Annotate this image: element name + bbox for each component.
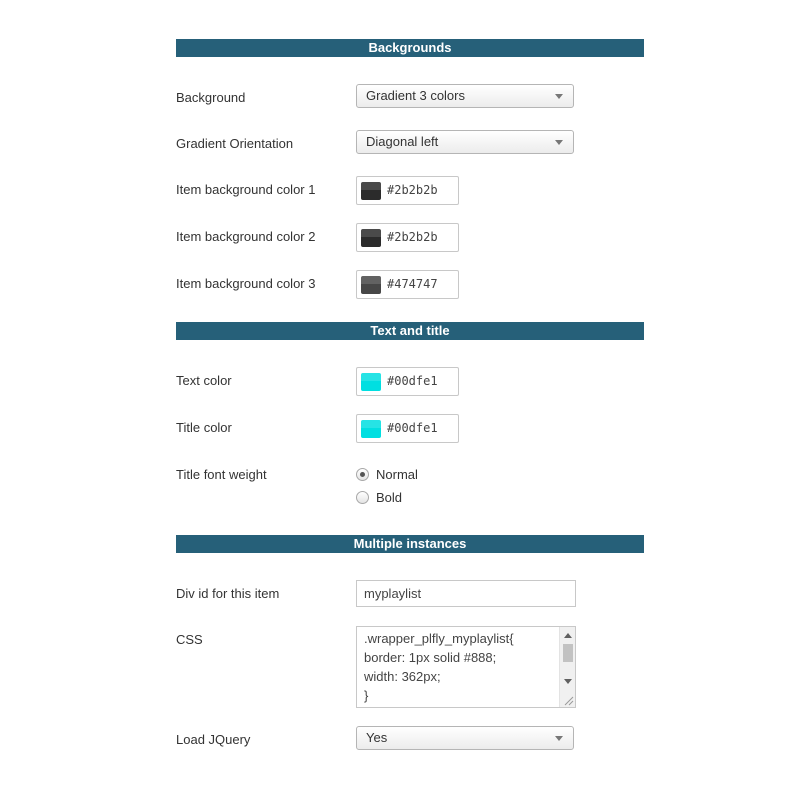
css-textarea[interactable]: .wrapper_plfly_myplaylist{ border: 1px s… <box>356 626 576 708</box>
background-label: Background <box>176 90 246 105</box>
section-header-backgrounds: Backgrounds <box>176 39 644 57</box>
css-textarea-content: .wrapper_plfly_myplaylist{ border: 1px s… <box>364 631 514 703</box>
chevron-down-icon <box>555 736 563 741</box>
css-label: CSS <box>176 632 203 647</box>
scroll-down-icon[interactable] <box>564 679 572 684</box>
load-jquery-select[interactable]: Yes <box>356 726 574 750</box>
text-color-label: Text color <box>176 373 232 388</box>
div-id-input[interactable]: myplaylist <box>356 580 576 607</box>
color-hex-value: #2b2b2b <box>387 230 438 244</box>
item-bg-color-3-input[interactable]: #474747 <box>356 270 459 299</box>
gradient-orientation-select-value: Diagonal left <box>366 134 439 149</box>
color-swatch[interactable] <box>361 373 381 391</box>
item-bg-color-2-input[interactable]: #2b2b2b <box>356 223 459 252</box>
load-jquery-select-value: Yes <box>366 730 388 745</box>
radio-button-checked[interactable] <box>356 468 369 481</box>
background-select[interactable]: Gradient 3 colors <box>356 84 574 108</box>
gradient-orientation-select[interactable]: Diagonal left <box>356 130 574 154</box>
item-bg-color-1-input[interactable]: #2b2b2b <box>356 176 459 205</box>
radio-normal-label: Normal <box>376 467 418 482</box>
title-color-input[interactable]: #00dfe1 <box>356 414 459 443</box>
background-select-value: Gradient 3 colors <box>366 88 465 103</box>
gradient-orientation-label: Gradient Orientation <box>176 136 294 151</box>
chevron-down-icon <box>555 140 563 145</box>
color-swatch[interactable] <box>361 420 381 438</box>
section-header-text-and-title: Text and title <box>176 322 644 340</box>
scroll-up-icon[interactable] <box>564 633 572 638</box>
item-bg-color-3-label: Item background color 3 <box>176 276 316 291</box>
scroll-thumb[interactable] <box>563 644 573 662</box>
resize-grip-icon[interactable] <box>562 694 574 706</box>
color-hex-value: #00dfe1 <box>387 374 438 388</box>
radio-button-unchecked[interactable] <box>356 491 369 504</box>
color-hex-value: #474747 <box>387 277 438 291</box>
color-hex-value: #00dfe1 <box>387 421 438 435</box>
div-id-label: Div id for this item <box>176 586 280 601</box>
item-bg-color-2-label: Item background color 2 <box>176 229 316 244</box>
radio-bold-label: Bold <box>376 490 403 505</box>
title-color-label: Title color <box>176 420 232 435</box>
color-swatch[interactable] <box>361 182 381 200</box>
text-color-input[interactable]: #00dfe1 <box>356 367 459 396</box>
color-hex-value: #2b2b2b <box>387 183 438 197</box>
color-swatch[interactable] <box>361 276 381 294</box>
color-swatch[interactable] <box>361 229 381 247</box>
chevron-down-icon <box>555 94 563 99</box>
title-font-weight-label: Title font weight <box>176 467 267 482</box>
load-jquery-label: Load JQuery <box>176 732 251 747</box>
section-header-multiple-instances: Multiple instances <box>176 535 644 553</box>
item-bg-color-1-label: Item background color 1 <box>176 182 316 197</box>
